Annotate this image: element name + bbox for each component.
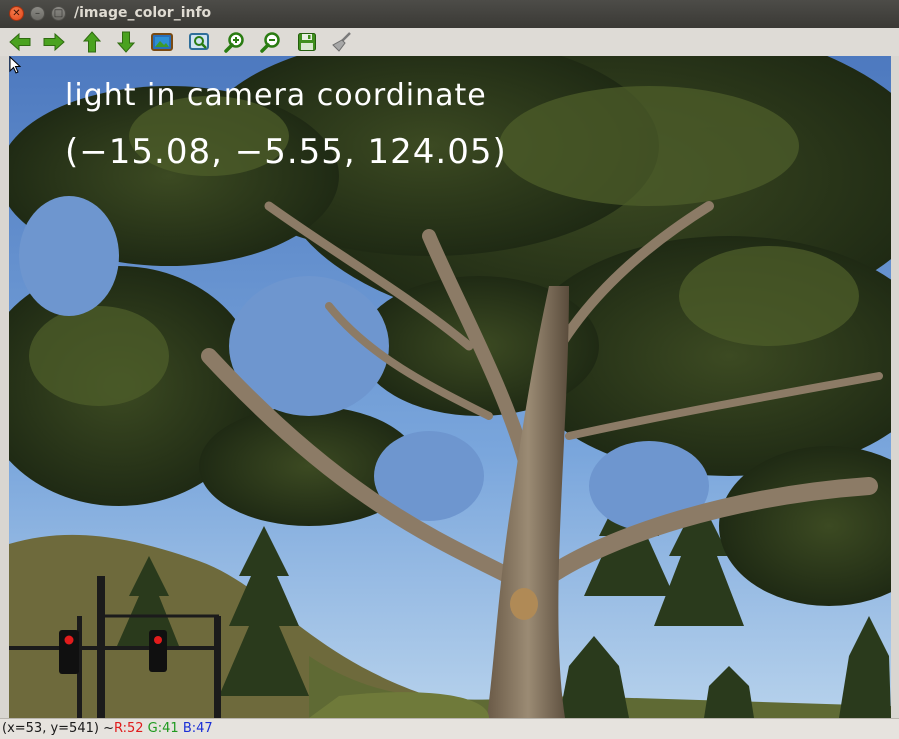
up-button[interactable] — [80, 30, 104, 54]
window-title: /image_color_info — [74, 5, 212, 21]
camera-image[interactable]: light in camera coordinate (−15.08, −5.5… — [9, 56, 891, 718]
close-window-button[interactable]: ✕ — [9, 6, 24, 21]
minimize-window-button[interactable]: – — [30, 6, 45, 21]
minimize-icon: – — [35, 7, 40, 19]
close-icon: ✕ — [12, 7, 21, 19]
zoom-in-button[interactable] — [223, 30, 247, 54]
image-button[interactable] — [150, 30, 174, 54]
zoom-fit-button[interactable] — [187, 30, 211, 54]
blue-value-text: B:47 — [182, 721, 213, 736]
zoom-out-icon — [260, 32, 280, 53]
overlay-text-coordinates: (−15.08, −5.55, 124.05) — [65, 132, 507, 172]
mouse-cursor-icon — [9, 56, 21, 74]
maximize-window-button[interactable]: □ — [51, 6, 66, 21]
zoom-fit-icon — [189, 33, 209, 50]
title-bar[interactable]: ✕ – □ /image_color_info — [0, 0, 899, 29]
status-bar: (x=53, y=541) ~ R:52 G:41 B:47 — [0, 718, 899, 739]
back-button[interactable] — [8, 30, 32, 54]
clear-button[interactable] — [330, 30, 354, 54]
image-icon — [151, 33, 173, 51]
save-icon — [298, 33, 316, 51]
forward-button[interactable] — [42, 30, 66, 54]
maximize-icon: □ — [53, 7, 64, 19]
overlay-text-title: light in camera coordinate — [65, 78, 487, 113]
arrow-right-icon — [43, 32, 65, 52]
arrow-up-icon — [82, 31, 102, 53]
down-button[interactable] — [114, 30, 138, 54]
red-value-text: R:52 — [113, 721, 144, 736]
arrow-left-icon — [9, 32, 31, 52]
save-button[interactable] — [295, 30, 319, 54]
broom-icon — [332, 32, 351, 52]
zoom-out-button[interactable] — [259, 30, 283, 54]
zoom-in-icon — [224, 32, 244, 53]
cursor-position-text: (x=53, y=541) ~ — [2, 721, 114, 736]
arrow-down-icon — [116, 31, 136, 53]
green-value-text: G:41 — [147, 721, 179, 736]
toolbar — [0, 28, 899, 56]
app-window: ✕ – □ /image_color_info light in camera … — [0, 0, 899, 739]
